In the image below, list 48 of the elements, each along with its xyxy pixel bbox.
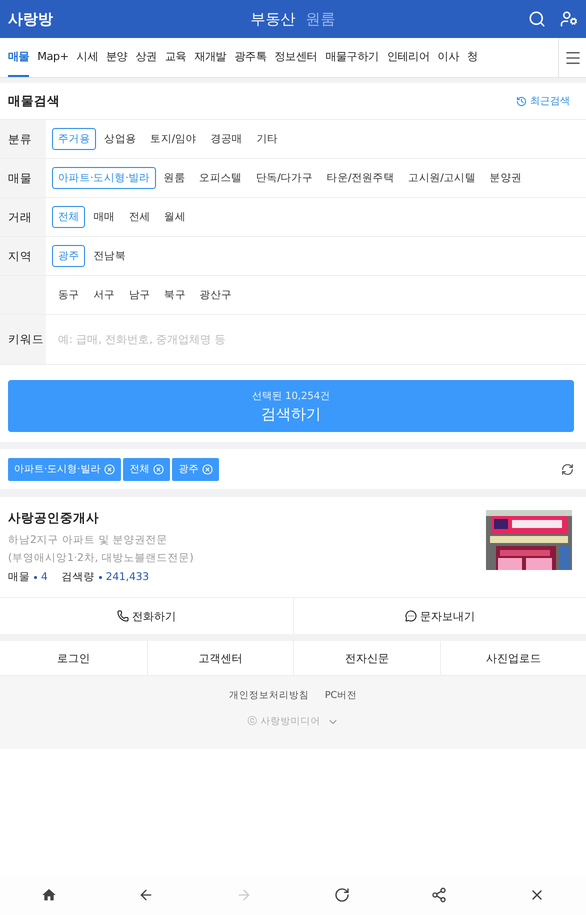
policy-link[interactable]: 개인정보처리방침 xyxy=(228,689,309,702)
refresh-icon[interactable] xyxy=(561,462,574,476)
stat-label: 검색량 xyxy=(62,570,95,584)
section-tab[interactable]: 부동산 xyxy=(250,10,296,28)
share-icon[interactable] xyxy=(431,887,448,903)
nav-tab[interactable]: 분양 xyxy=(106,38,128,77)
remove-icon xyxy=(202,464,214,474)
nav-tab[interactable]: 인테리어 xyxy=(386,38,430,77)
nav-tab[interactable]: 매물구하기 xyxy=(325,38,379,77)
agency-description: (부영애시앙1·2차, 대방노블랜드전문) xyxy=(8,551,195,565)
nav-tab[interactable]: 광주톡 xyxy=(234,38,266,77)
nav-tab[interactable]: 이사 xyxy=(438,38,460,77)
nav-tab[interactable]: 청 xyxy=(467,38,478,77)
nav-tab[interactable]: 정보센터 xyxy=(274,38,318,77)
stat-value: 4 xyxy=(41,571,48,583)
nav-tab[interactable]: 교육 xyxy=(164,38,186,77)
bullet-icon xyxy=(98,576,102,578)
home-icon[interactable] xyxy=(40,887,57,903)
history-icon xyxy=(516,96,527,106)
agency-description: 하남2지구 아파트 및 분양권전문 xyxy=(8,533,169,547)
stat-label: 매물 xyxy=(8,570,30,584)
reload-icon[interactable] xyxy=(334,887,350,903)
section-title: 매물검색 xyxy=(8,92,60,110)
remove-icon xyxy=(153,464,164,474)
user-settings-icon[interactable] xyxy=(560,10,578,28)
nav-tab[interactable]: Map+ xyxy=(37,38,69,77)
nav-tab[interactable]: 상권 xyxy=(135,38,157,77)
nav-tab[interactable]: 시세 xyxy=(76,38,98,77)
chat-bubble-icon xyxy=(405,610,417,622)
footer-link[interactable]: 전자신문 xyxy=(293,641,440,675)
label-text: 분류 xyxy=(8,132,32,146)
search-icon[interactable] xyxy=(528,10,546,28)
label-text: 키워드 xyxy=(8,332,44,347)
footer-link[interactable]: 사진업로드 xyxy=(440,641,586,675)
footer-link[interactable]: 고객센터 xyxy=(146,641,293,675)
copyright-text: ⓒ 사랑방미디어 xyxy=(247,715,321,728)
policy-link[interactable]: PC버전 xyxy=(324,689,358,702)
label-text: 지역 xyxy=(8,248,32,264)
stat-value: 241,433 xyxy=(106,571,150,583)
logo[interactable]: 사랑방 xyxy=(8,10,128,28)
remove-icon xyxy=(104,464,116,474)
label-text: 거래 xyxy=(8,210,32,224)
label-text: 매물 xyxy=(8,170,32,186)
footer-link[interactable]: 로그인 xyxy=(0,641,146,675)
phone-icon xyxy=(117,610,129,622)
agency-name[interactable]: 사랑공인중개사 xyxy=(8,510,486,527)
nav-tab[interactable]: 재개발 xyxy=(194,38,226,77)
bullet-icon xyxy=(34,576,37,578)
